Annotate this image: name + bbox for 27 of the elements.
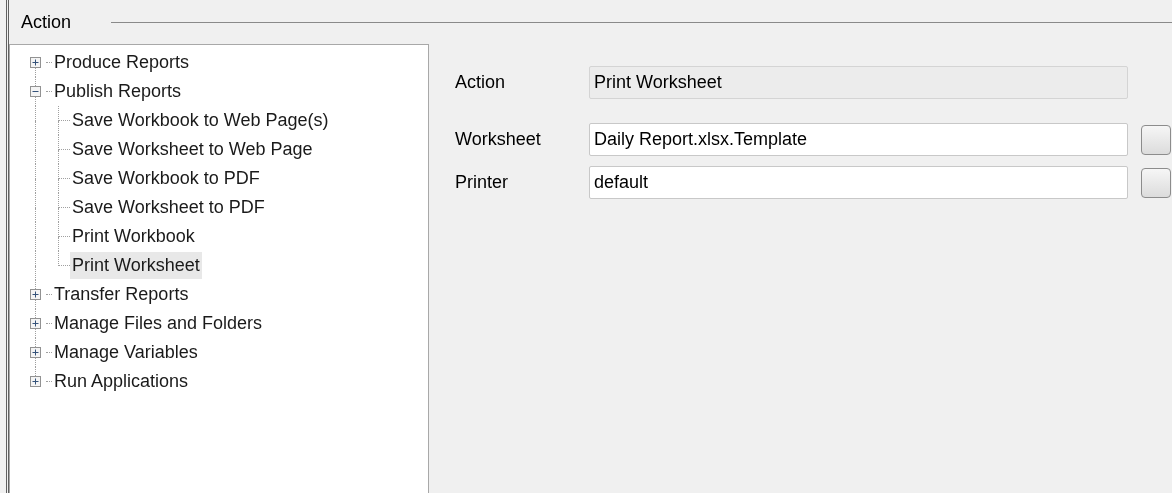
tree-item[interactable]: Manage Files and Folders	[52, 310, 265, 337]
browse-button[interactable]	[1141, 124, 1171, 155]
group-title: Action	[21, 10, 72, 34]
tree-item[interactable]: Print Workbook	[70, 223, 197, 250]
expand-icon[interactable]	[29, 347, 41, 358]
tree-item[interactable]: Manage Variables	[52, 339, 200, 366]
expand-icon[interactable]	[29, 318, 41, 329]
tree-item[interactable]: Transfer Reports	[52, 281, 191, 308]
tree-item[interactable]: Save Worksheet to PDF	[70, 194, 267, 221]
expand-icon[interactable]	[29, 289, 41, 300]
tree-item[interactable]: Produce Reports	[52, 49, 192, 76]
tree-item[interactable]: Print Worksheet	[70, 252, 202, 279]
tree-item[interactable]: Save Workbook to PDF	[70, 165, 262, 192]
expand-icon[interactable]	[29, 376, 41, 387]
field-label: Printer	[455, 171, 509, 194]
collapse-icon[interactable]	[29, 86, 41, 97]
browse-button[interactable]	[1141, 167, 1171, 198]
input-field[interactable]: default	[589, 166, 1128, 199]
input-field: Print Worksheet	[589, 66, 1128, 99]
tree-item[interactable]: Publish Reports	[52, 78, 184, 105]
tree-item[interactable]: Save Workbook to Web Page(s)	[70, 107, 331, 134]
input-field[interactable]: Daily Report.xlsx.Template	[589, 123, 1128, 156]
tree-item[interactable]: Run Applications	[52, 368, 191, 395]
field-label: Worksheet	[455, 128, 542, 151]
field-label: Action	[455, 71, 507, 94]
tree-item[interactable]: Save Worksheet to Web Page	[70, 136, 315, 163]
expand-icon[interactable]	[29, 57, 41, 68]
